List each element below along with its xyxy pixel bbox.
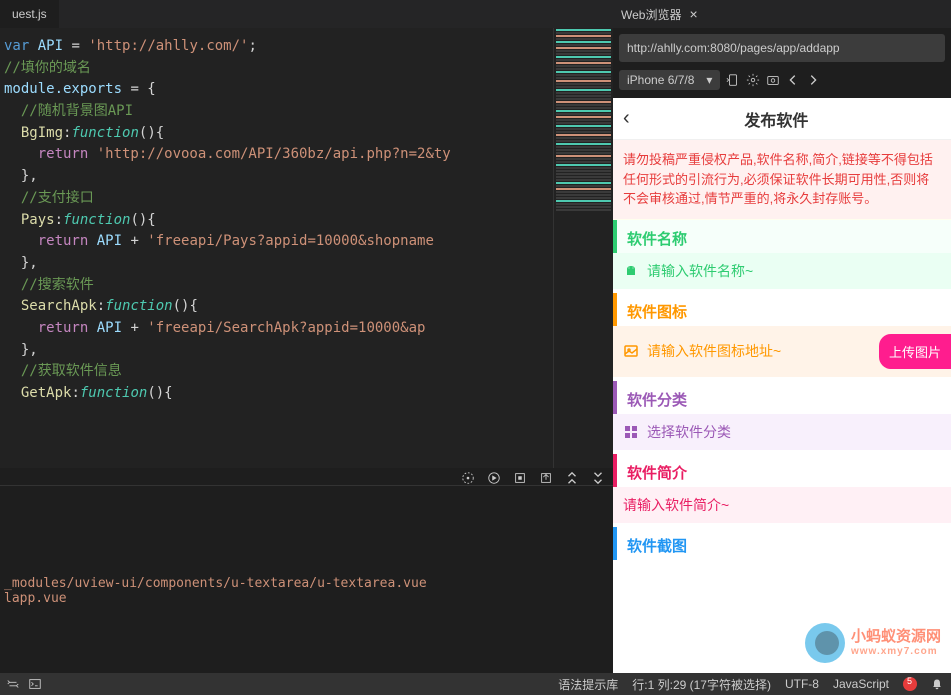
input-software-icon[interactable]: 请输入软件图标地址~ 上传图片 — [613, 326, 951, 377]
grid-icon — [623, 424, 639, 440]
code-editor[interactable]: var API = 'http://ahlly.com/'; //填你的域名 m… — [0, 28, 553, 468]
section-label-icon: 软件图标 — [613, 293, 951, 326]
gear-icon[interactable] — [746, 73, 760, 87]
warning-message: 请勿投稿严重侵权产品,软件名称,简介,链接等不得包括任何形式的引流行为,必须保证… — [613, 140, 951, 220]
status-position[interactable]: 行:1 列:29 (17字符被选择) — [632, 676, 771, 693]
section-label-category: 软件分类 — [613, 381, 951, 414]
status-language[interactable]: JavaScript — [833, 677, 889, 691]
export-icon[interactable] — [539, 471, 553, 485]
device-toolbar: iPhone 6/7/8 ▾ — [613, 66, 951, 94]
section-label-name: 软件名称 — [613, 220, 951, 253]
status-bar: 语法提示库 行:1 列:29 (17字符被选择) UTF-8 JavaScrip… — [0, 673, 951, 695]
screenshot-icon[interactable] — [766, 73, 780, 87]
android-icon — [623, 263, 639, 279]
status-grammar[interactable]: 语法提示库 — [558, 676, 618, 693]
input-software-name[interactable]: 请输入软件名称~ — [613, 253, 951, 289]
status-encoding[interactable]: UTF-8 — [785, 677, 819, 691]
play-icon[interactable] — [487, 471, 501, 485]
forward-arrow-icon[interactable] — [806, 73, 820, 87]
terminal-line: _modules/uview-ui/components/u-textarea/… — [4, 576, 609, 591]
bell-icon[interactable] — [931, 678, 943, 690]
terminal-panel[interactable]: _modules/uview-ui/components/u-textarea/… — [0, 485, 613, 665]
target-icon[interactable] — [461, 471, 475, 485]
notification-badge[interactable] — [903, 677, 917, 691]
keyword-var: var — [4, 38, 29, 54]
input-software-intro[interactable]: 请输入软件简介~ — [613, 487, 951, 523]
back-arrow-icon[interactable] — [786, 73, 800, 87]
stop-icon[interactable] — [513, 471, 527, 485]
watermark: 小蚂蚁资源网 www.xmy7.com — [805, 623, 941, 663]
page-title: 发布软件 — [613, 107, 941, 131]
browser-tab-bar: Web浏览器 × — [613, 0, 951, 28]
device-select[interactable]: iPhone 6/7/8 ▾ — [619, 70, 720, 90]
expand-icon[interactable] — [591, 471, 605, 485]
editor-tab[interactable]: uest.js — [0, 0, 59, 28]
collapse-icon[interactable] — [565, 471, 579, 485]
watermark-logo-icon — [805, 623, 845, 663]
chevron-down-icon: ▾ — [706, 73, 712, 87]
section-label-screenshot: 软件截图 — [613, 527, 951, 560]
upload-button[interactable]: 上传图片 — [879, 334, 951, 369]
close-icon[interactable]: × — [689, 6, 697, 22]
sync-icon[interactable] — [6, 677, 20, 691]
terminal-line: lapp.vue — [4, 591, 609, 606]
browser-panel: Web浏览器 × http://ahlly.com:8080/pages/app… — [613, 0, 951, 673]
minimap[interactable] — [553, 28, 613, 468]
preview-header: ‹ 发布软件 — [613, 98, 951, 140]
terminal-icon[interactable] — [28, 677, 42, 691]
url-bar[interactable]: http://ahlly.com:8080/pages/app/addapp — [619, 34, 945, 62]
section-label-intro: 软件简介 — [613, 454, 951, 487]
browser-tab-title[interactable]: Web浏览器 — [621, 6, 681, 23]
input-software-category[interactable]: 选择软件分类 — [613, 414, 951, 450]
rotate-icon[interactable] — [726, 73, 740, 87]
image-icon — [623, 343, 639, 359]
mobile-preview: ‹ 发布软件 请勿投稿严重侵权产品,软件名称,简介,链接等不得包括任何形式的引流… — [613, 98, 951, 673]
